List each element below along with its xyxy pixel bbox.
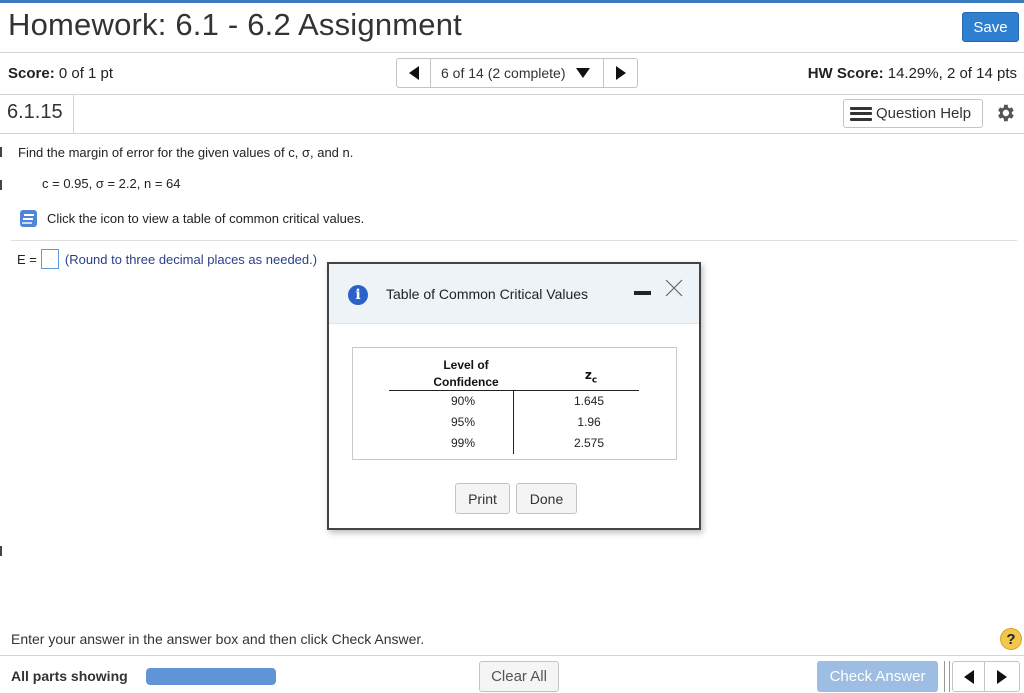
dialog-title: Table of Common Critical Values xyxy=(386,286,589,302)
critical-values-link-row: Click the icon to view a table of common… xyxy=(18,208,364,229)
arrow-right-icon xyxy=(997,669,1007,684)
parts-progress-bar xyxy=(146,668,276,685)
divider xyxy=(0,94,1024,95)
bottom-instruction: Enter your answer in the answer box and … xyxy=(11,631,425,647)
divider xyxy=(11,240,1017,241)
arrow-left-icon xyxy=(963,669,974,684)
critical-values-instruction: Click the icon to view a table of common… xyxy=(47,211,365,226)
hw-score-value: 14.29%, 2 of 14 pts xyxy=(883,65,1017,82)
question-values: c = 0.95, σ = 2.2, n = 64 xyxy=(42,176,181,191)
list-icon xyxy=(850,106,872,121)
table-cell-level: 90% xyxy=(450,394,476,408)
table-column-rule xyxy=(513,391,514,454)
question-prompt: Find the margin of error for the given v… xyxy=(18,145,354,160)
question-position: 6 of 14 (2 complete) xyxy=(441,65,566,81)
score-display: Score: 0 of 1 pt xyxy=(8,65,113,82)
page-title: Homework: 6.1 - 6.2 Assignment xyxy=(8,7,462,42)
margin-marker xyxy=(0,546,2,556)
arrow-right-icon xyxy=(615,66,626,80)
score-label: Score: xyxy=(8,65,55,82)
confidence-header-line2: Confidence xyxy=(433,375,499,389)
question-number: 6.1.15 xyxy=(0,95,74,133)
question-help-button[interactable]: Question Help xyxy=(843,99,983,128)
table-cell-z: 1.645 xyxy=(573,394,605,408)
table-header-rule xyxy=(389,390,639,391)
answer-row: E = (Round to three decimal places as ne… xyxy=(17,249,317,269)
dialog-header: i Table of Common Critical Values xyxy=(329,264,699,324)
zc-header: zc xyxy=(571,368,611,385)
answer-prefix: E = xyxy=(17,251,37,267)
zc-header-subscript: c xyxy=(591,375,598,386)
arrow-left-icon xyxy=(408,66,419,80)
save-button[interactable]: Save xyxy=(962,12,1019,42)
table-cell-z: 2.575 xyxy=(573,436,605,450)
previous-question-button[interactable] xyxy=(396,58,431,88)
confidence-header: Level of Confidence xyxy=(391,357,541,391)
bottom-next-button[interactable] xyxy=(985,661,1020,692)
progress-fill xyxy=(146,668,276,685)
answer-hint: (Round to three decimal places as needed… xyxy=(64,251,318,267)
margin-marker xyxy=(0,147,2,157)
answer-input[interactable] xyxy=(40,249,59,269)
critical-values-table: Level of Confidence zc 90% 1.645 95% 1.96… xyxy=(352,347,677,460)
confidence-header-line1: Level of xyxy=(443,358,489,372)
dropdown-arrow-icon xyxy=(575,68,590,78)
margin-marker xyxy=(0,180,2,190)
close-icon[interactable] xyxy=(663,277,685,299)
table-cell-level: 95% xyxy=(450,415,476,429)
check-answer-button[interactable]: Check Answer xyxy=(817,661,938,692)
minimize-icon[interactable] xyxy=(634,291,651,295)
table-cell-z: 1.96 xyxy=(577,415,601,429)
top-accent-line xyxy=(0,0,1024,3)
clear-all-button[interactable]: Clear All xyxy=(479,661,559,692)
separator xyxy=(944,661,950,692)
done-button[interactable]: Done xyxy=(516,483,577,514)
hw-score-display: HW Score: 14.29%, 2 of 14 pts xyxy=(808,65,1017,82)
help-icon[interactable]: ? xyxy=(1000,628,1022,650)
parts-showing-label: All parts showing xyxy=(11,668,128,684)
zc-header-letter: z xyxy=(584,368,592,382)
hw-score-label: HW Score: xyxy=(807,65,884,82)
print-button[interactable]: Print xyxy=(455,483,510,514)
bottom-previous-button[interactable] xyxy=(952,661,985,692)
critical-values-dialog: i Table of Common Critical Values Level … xyxy=(327,262,701,530)
question-help-label: Question Help xyxy=(876,105,972,122)
book-icon[interactable] xyxy=(18,208,39,229)
question-selector[interactable]: 6 of 14 (2 complete) xyxy=(431,58,603,88)
score-value: 0 of 1 pt xyxy=(54,65,114,82)
next-question-button[interactable] xyxy=(603,58,638,88)
gear-icon[interactable] xyxy=(993,101,1017,125)
info-icon: i xyxy=(348,285,368,305)
divider xyxy=(0,655,1024,656)
question-navigator: 6 of 14 (2 complete) xyxy=(396,58,638,88)
divider xyxy=(0,133,1024,134)
divider xyxy=(0,52,1024,53)
table-cell-level: 99% xyxy=(450,436,476,450)
